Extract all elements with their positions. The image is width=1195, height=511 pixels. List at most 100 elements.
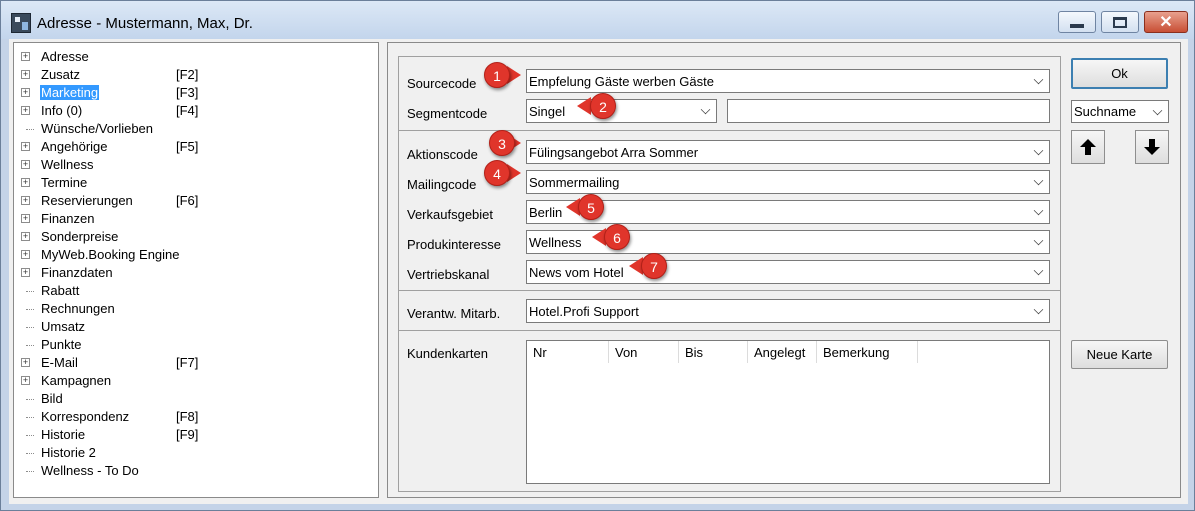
tree-item-label[interactable]: Wellness - To Do bbox=[40, 463, 140, 478]
ok-button[interactable]: Ok bbox=[1071, 58, 1168, 89]
navigation-tree[interactable]: + Adresse + Zusatz [F2] + Marketing [F3] + Info (… bbox=[13, 42, 379, 498]
tree-connector bbox=[26, 345, 34, 346]
title-bar[interactable]: Adresse - Mustermann, Max, Dr. ✕ bbox=[1, 1, 1194, 39]
tree-connector bbox=[26, 309, 34, 310]
produkinteresse-label: Produkinteresse bbox=[407, 237, 501, 252]
move-up-button[interactable] bbox=[1071, 130, 1105, 164]
tree-item-label[interactable]: Adresse bbox=[40, 49, 90, 64]
tree-item[interactable]: Punkte bbox=[14, 336, 374, 354]
tree-item[interactable]: + Adresse bbox=[14, 48, 374, 66]
tree-item-label[interactable]: Historie bbox=[40, 427, 86, 442]
mailingcode-select[interactable]: Sommermailing bbox=[526, 170, 1050, 194]
mitarbeiter-select[interactable]: Hotel.Profi Support bbox=[526, 299, 1050, 323]
tree-item-label[interactable]: Wellness bbox=[40, 157, 95, 172]
segmentcode-select[interactable]: Singel bbox=[526, 99, 717, 123]
tree-item[interactable]: + Finanzen bbox=[14, 210, 374, 228]
tree-item-label[interactable]: Termine bbox=[40, 175, 88, 190]
expand-icon[interactable]: + bbox=[21, 196, 30, 205]
tree-item-label[interactable]: Wünsche/Vorlieben bbox=[40, 121, 154, 136]
tree-item-label[interactable]: Historie 2 bbox=[40, 445, 97, 460]
vertriebskanal-select[interactable]: News vom Hotel bbox=[526, 260, 1050, 284]
tree-item[interactable]: + Kampagnen bbox=[14, 372, 374, 390]
tree-item-label[interactable]: Punkte bbox=[40, 337, 82, 352]
expand-icon[interactable]: + bbox=[21, 142, 30, 151]
kundenkarten-label: Kundenkarten bbox=[407, 346, 488, 361]
expand-icon[interactable]: + bbox=[21, 268, 30, 277]
tree-item-label[interactable]: Info (0) bbox=[40, 103, 83, 118]
tree-item[interactable]: + MyWeb.Booking Engine bbox=[14, 246, 374, 264]
tree-item-label[interactable]: Zusatz bbox=[40, 67, 81, 82]
tree-item[interactable]: + Wellness bbox=[14, 156, 374, 174]
tree-item[interactable]: + Info (0) [F4] bbox=[14, 102, 374, 120]
kundenkarten-list[interactable]: Nr Von Bis Angelegt Bemerkung bbox=[526, 340, 1050, 484]
tree-item[interactable]: + Termine bbox=[14, 174, 374, 192]
tree-item-label[interactable]: Bild bbox=[40, 391, 64, 406]
tree-item[interactable]: Rabatt bbox=[14, 282, 374, 300]
tree-item[interactable]: Rechnungen bbox=[14, 300, 374, 318]
segment-extra-input[interactable] bbox=[727, 99, 1050, 123]
tree-item-label[interactable]: Korrespondenz bbox=[40, 409, 130, 424]
tree-item[interactable]: + Finanzdaten bbox=[14, 264, 374, 282]
tree-item[interactable]: + Marketing [F3] bbox=[14, 84, 374, 102]
tree-item[interactable]: Wünsche/Vorlieben bbox=[14, 120, 374, 138]
expand-icon[interactable]: + bbox=[21, 250, 30, 259]
vertriebskanal-value: News vom Hotel bbox=[529, 265, 624, 280]
column-header-nr[interactable]: Nr bbox=[527, 341, 609, 363]
maximize-button[interactable] bbox=[1101, 11, 1139, 33]
tree-item-label[interactable]: Kampagnen bbox=[40, 373, 112, 388]
chevron-down-icon bbox=[1152, 105, 1163, 116]
tree-item-label[interactable]: Umsatz bbox=[40, 319, 86, 334]
tree-item[interactable]: + Zusatz [F2] bbox=[14, 66, 374, 84]
minimize-button[interactable] bbox=[1058, 11, 1096, 33]
vertriebskanal-label: Vertriebskanal bbox=[407, 267, 490, 282]
tree-connector bbox=[26, 435, 34, 436]
tree-item-label[interactable]: Finanzdaten bbox=[40, 265, 114, 280]
expand-icon[interactable]: + bbox=[21, 160, 30, 169]
expand-icon[interactable]: + bbox=[21, 214, 30, 223]
tree-item-label[interactable]: Rechnungen bbox=[40, 301, 116, 316]
close-button[interactable]: ✕ bbox=[1144, 11, 1188, 33]
verkaufsgebiet-select[interactable]: Berlin bbox=[526, 200, 1050, 224]
chevron-down-icon bbox=[1033, 265, 1044, 276]
expand-icon[interactable]: + bbox=[21, 106, 30, 115]
suchname-select[interactable]: Suchname bbox=[1071, 100, 1169, 123]
tree-item[interactable]: Umsatz bbox=[14, 318, 374, 336]
column-header-angelegt[interactable]: Angelegt bbox=[748, 341, 817, 363]
tree-item-label[interactable]: Sonderpreise bbox=[40, 229, 119, 244]
sourcecode-select[interactable]: Empfelung Gäste werben Gäste bbox=[526, 69, 1050, 93]
tree-item[interactable]: + Sonderpreise bbox=[14, 228, 374, 246]
tree-item-label[interactable]: Finanzen bbox=[40, 211, 95, 226]
tree-item-label[interactable]: Rabatt bbox=[40, 283, 80, 298]
tree-item-label[interactable]: E-Mail bbox=[40, 355, 79, 370]
column-header-bis[interactable]: Bis bbox=[679, 341, 748, 363]
tree-item-label[interactable]: MyWeb.Booking Engine bbox=[40, 247, 181, 262]
tree-item-label[interactable]: Marketing bbox=[40, 85, 100, 100]
step-badge-2: 2 bbox=[590, 93, 616, 119]
expand-icon[interactable]: + bbox=[21, 52, 30, 61]
neue-karte-button[interactable]: Neue Karte bbox=[1071, 340, 1168, 369]
expand-icon[interactable]: + bbox=[21, 88, 30, 97]
column-header-bemerkung[interactable]: Bemerkung bbox=[817, 341, 918, 363]
tree-item-label[interactable]: Reservierungen bbox=[40, 193, 134, 208]
expand-icon[interactable]: + bbox=[21, 358, 30, 367]
tree-item-shortcut: [F7] bbox=[176, 355, 199, 370]
tree-item[interactable]: Historie 2 bbox=[14, 444, 374, 462]
tree-item[interactable]: Historie [F9] bbox=[14, 426, 374, 444]
expand-icon[interactable]: + bbox=[21, 70, 30, 79]
expand-icon[interactable]: + bbox=[21, 232, 30, 241]
tree-item[interactable]: + Angehörige [F5] bbox=[14, 138, 374, 156]
column-header-von[interactable]: Von bbox=[609, 341, 679, 363]
tree-item[interactable]: + E-Mail [F7] bbox=[14, 354, 374, 372]
expand-icon[interactable]: + bbox=[21, 178, 30, 187]
move-down-button[interactable] bbox=[1135, 130, 1169, 164]
tree-item[interactable]: Korrespondenz [F8] bbox=[14, 408, 374, 426]
app-icon[interactable] bbox=[11, 13, 31, 33]
tree-item-shortcut: [F4] bbox=[176, 103, 199, 118]
tree-item[interactable]: Bild bbox=[14, 390, 374, 408]
tree-item[interactable]: Wellness - To Do bbox=[14, 462, 374, 480]
badge-pointer bbox=[577, 97, 591, 115]
aktionscode-select[interactable]: Fülingsangebot Arra Sommer bbox=[526, 140, 1050, 164]
tree-item[interactable]: + Reservierungen [F6] bbox=[14, 192, 374, 210]
expand-icon[interactable]: + bbox=[21, 376, 30, 385]
tree-item-label[interactable]: Angehörige bbox=[40, 139, 109, 154]
